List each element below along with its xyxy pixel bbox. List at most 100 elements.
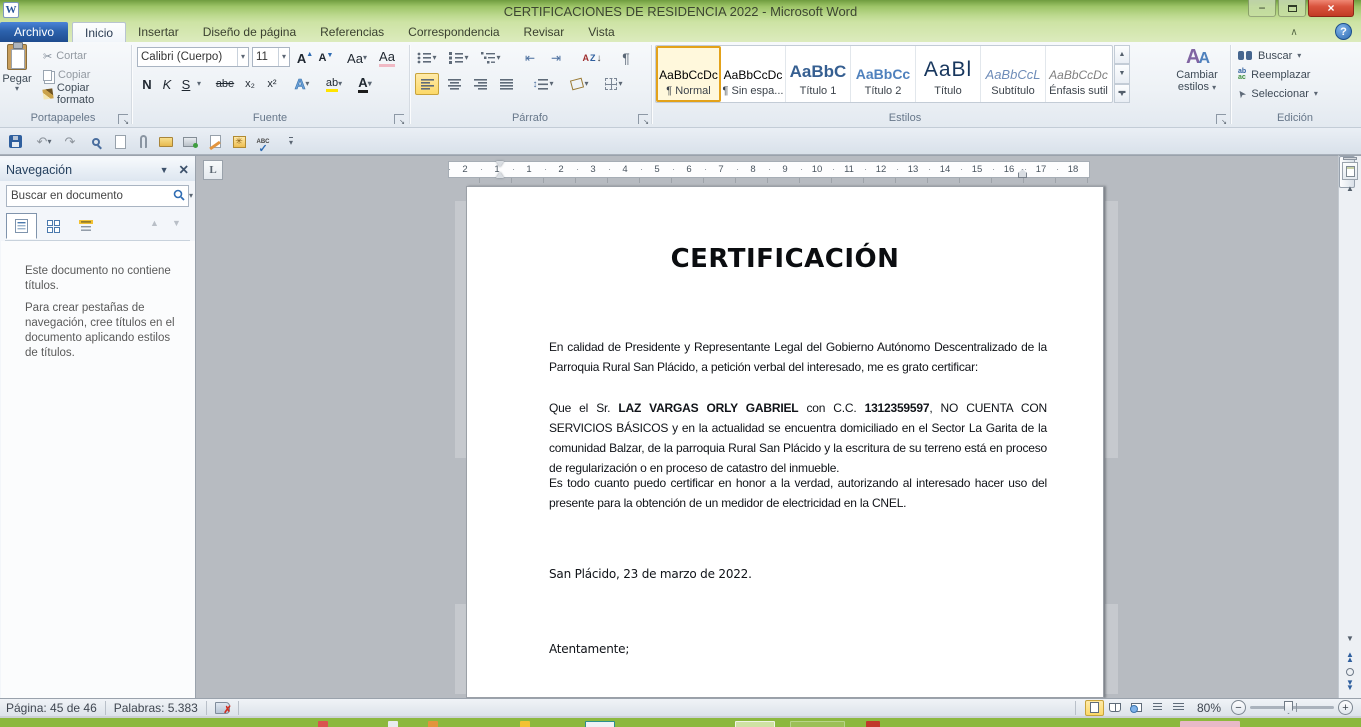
search-icon[interactable] bbox=[169, 189, 189, 204]
search-input[interactable] bbox=[7, 190, 169, 202]
maximize-button[interactable] bbox=[1278, 0, 1306, 17]
qat-overflow-button[interactable]: ▾ bbox=[281, 132, 301, 151]
next-page-button[interactable]: ▼▼ bbox=[1342, 680, 1358, 690]
indent-marker[interactable] bbox=[496, 161, 505, 178]
style-titulo[interactable]: AaBl Título bbox=[916, 46, 981, 102]
decrease-indent-button[interactable]: ⇤ bbox=[518, 47, 542, 69]
highlight-button[interactable]: ab▾ bbox=[320, 73, 348, 95]
taskbar-button[interactable] bbox=[388, 721, 398, 727]
browse-headings-tab[interactable] bbox=[6, 213, 37, 239]
paragraph-dialog-launcher[interactable] bbox=[638, 114, 648, 124]
multilevel-list-button[interactable]: ▾ bbox=[479, 47, 503, 69]
zoom-out-button[interactable]: − bbox=[1231, 700, 1246, 715]
taskbar-button[interactable] bbox=[318, 721, 328, 727]
style-gallery-down-button[interactable]: ▼ bbox=[1114, 64, 1130, 83]
taskbar-button[interactable] bbox=[1180, 721, 1240, 727]
spelling-button[interactable]: ABC bbox=[253, 132, 273, 151]
line-spacing-button[interactable]: ↕▾ bbox=[528, 73, 558, 95]
fullscreen-reading-view-button[interactable] bbox=[1106, 700, 1125, 716]
replace-button[interactable]: abac Reemplazar bbox=[1238, 66, 1310, 83]
page-indicator[interactable]: Página: 45 de 46 bbox=[6, 701, 97, 715]
outline-view-button[interactable] bbox=[1148, 700, 1167, 716]
zoom-slider[interactable] bbox=[1250, 706, 1334, 709]
edit-button[interactable] bbox=[205, 132, 225, 151]
split-handle[interactable] bbox=[1343, 157, 1357, 160]
clipboard-dialog-launcher[interactable] bbox=[118, 114, 128, 124]
zoom-level[interactable]: 80% bbox=[1197, 701, 1221, 715]
align-left-button[interactable] bbox=[415, 73, 439, 95]
shading-button[interactable]: ▾ bbox=[566, 73, 594, 95]
word-count[interactable]: Palabras: 5.383 bbox=[114, 701, 198, 715]
previous-result-button[interactable]: ▲ bbox=[150, 218, 159, 228]
taskbar-button[interactable] bbox=[428, 721, 438, 727]
pane-menu-icon[interactable]: ▼ bbox=[160, 165, 169, 175]
scroll-down-button[interactable]: ▼ bbox=[1342, 634, 1358, 643]
horizontal-ruler[interactable]: 2 1 1 2 3 4 5 6 7 8 9 10 11 12 13 14 15 … bbox=[448, 161, 1090, 178]
style-gallery-up-button[interactable]: ▲ bbox=[1114, 45, 1130, 64]
zoom-slider-thumb[interactable] bbox=[1284, 701, 1293, 714]
undo-button[interactable]: ↶▾ bbox=[30, 132, 58, 151]
italic-button[interactable]: K bbox=[159, 73, 175, 95]
tab-referencias[interactable]: Referencias bbox=[308, 22, 396, 42]
find-button[interactable]: Buscar ▾ bbox=[1238, 47, 1301, 64]
quick-print-button[interactable] bbox=[180, 132, 200, 151]
next-result-button[interactable]: ▼ bbox=[172, 218, 181, 228]
help-button[interactable]: ? bbox=[1335, 23, 1352, 40]
align-center-button[interactable] bbox=[442, 73, 466, 95]
sort-button[interactable]: AZ↓ bbox=[578, 47, 606, 69]
open-button[interactable] bbox=[156, 132, 176, 151]
taskbar-button[interactable] bbox=[520, 721, 530, 727]
style-sin-espaciado[interactable]: AaBbCcDc ¶ Sin espa... bbox=[721, 46, 786, 102]
zoom-in-button[interactable]: + bbox=[1338, 700, 1353, 715]
tab-vista[interactable]: Vista bbox=[576, 22, 626, 42]
document-page[interactable]: CERTIFICACIÓN En calidad de Presidente y… bbox=[466, 186, 1104, 698]
previous-page-button[interactable]: ▲▲ bbox=[1342, 652, 1358, 662]
new-document-button[interactable] bbox=[110, 132, 130, 151]
minimize-ribbon-icon[interactable]: ∧ bbox=[1286, 25, 1302, 39]
text-effects-button[interactable]: A▾ bbox=[290, 73, 314, 95]
tab-archivo[interactable]: Archivo bbox=[0, 22, 68, 42]
web-layout-view-button[interactable] bbox=[1127, 700, 1146, 716]
style-titulo-1[interactable]: AaBbC Título 1 bbox=[786, 46, 851, 102]
tab-diseno-de-pagina[interactable]: Diseño de página bbox=[191, 22, 308, 42]
style-subtitulo[interactable]: AaBbCcL Subtítulo bbox=[981, 46, 1046, 102]
bold-button[interactable]: N bbox=[138, 73, 156, 95]
tab-correspondencia[interactable]: Correspondencia bbox=[396, 22, 511, 42]
spelling-status-icon[interactable] bbox=[215, 702, 230, 714]
tab-inicio[interactable]: Inicio bbox=[72, 22, 126, 42]
draft-view-button[interactable] bbox=[1169, 700, 1188, 716]
paste-button[interactable]: Pegar ▾ bbox=[0, 42, 34, 104]
strikethrough-button[interactable]: abe bbox=[212, 73, 238, 95]
attach-button[interactable] bbox=[133, 132, 153, 151]
grow-font-button[interactable]: A▲ bbox=[295, 47, 315, 69]
format-painter-button[interactable]: Copiar formato bbox=[40, 85, 132, 103]
clear-formatting-button[interactable]: Aa bbox=[376, 47, 398, 69]
shortcut-button[interactable]: ✳ bbox=[229, 132, 249, 151]
style-normal[interactable]: AaBbCcDc ¶ Normal bbox=[656, 46, 721, 102]
browse-results-tab[interactable] bbox=[70, 213, 101, 239]
close-button[interactable]: × bbox=[1308, 0, 1354, 17]
taskbar-button[interactable] bbox=[585, 721, 615, 727]
increase-indent-button[interactable]: ⇥ bbox=[544, 47, 568, 69]
tab-insertar[interactable]: Insertar bbox=[126, 22, 191, 42]
change-styles-button[interactable]: AA Cambiar estilos ▾ bbox=[1168, 46, 1226, 110]
style-titulo-2[interactable]: AaBbCc Título 2 bbox=[851, 46, 916, 102]
vertical-scrollbar[interactable]: ▲ ≡ ▼ ▲▲ ▼▼ bbox=[1338, 155, 1361, 698]
taskbar-button[interactable] bbox=[790, 721, 845, 727]
save-button[interactable] bbox=[5, 132, 25, 151]
font-size-combo[interactable]: 11▾ bbox=[252, 47, 290, 67]
shrink-font-button[interactable]: A▼ bbox=[317, 47, 335, 69]
minimize-button[interactable]: − bbox=[1248, 0, 1276, 17]
font-family-combo[interactable]: Calibri (Cuerpo)▾ bbox=[137, 47, 249, 67]
select-browse-object-button[interactable] bbox=[1346, 668, 1354, 676]
bullets-button[interactable]: ▾ bbox=[415, 47, 439, 69]
style-enfasis-sutil[interactable]: AaBbCcDc Énfasis sutil bbox=[1046, 46, 1111, 102]
justify-button[interactable] bbox=[494, 73, 518, 95]
superscript-button[interactable]: x² bbox=[262, 73, 282, 95]
select-button[interactable]: ➤ Seleccionar ▾ bbox=[1238, 85, 1318, 102]
print-layout-view-button[interactable] bbox=[1085, 700, 1104, 716]
taskbar-button[interactable] bbox=[866, 721, 880, 727]
align-right-button[interactable] bbox=[468, 73, 492, 95]
borders-button[interactable]: ▾ bbox=[600, 73, 628, 95]
font-color-button[interactable]: A▾ bbox=[352, 73, 378, 95]
